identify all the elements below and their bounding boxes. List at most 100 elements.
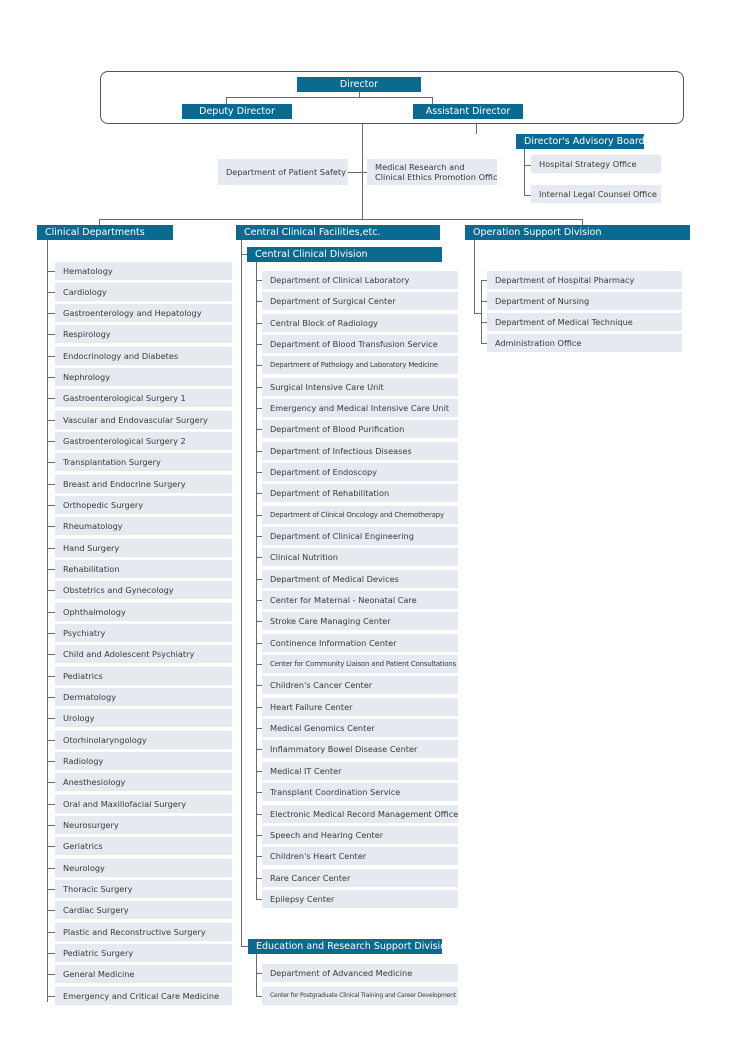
central-division-item[interactable]: Inflammatory Bowel Disease Center xyxy=(262,740,458,758)
deputy-director-box[interactable]: Deputy Director xyxy=(182,104,292,119)
central-division-item[interactable]: Department of Pathology and Laboratory M… xyxy=(262,356,458,374)
advisory-item[interactable]: Internal Legal Counsel Office xyxy=(531,185,661,203)
patient-safety-box[interactable]: Department of Patient Safety xyxy=(218,159,348,185)
education-division-header[interactable]: Education and Research Support Division xyxy=(248,939,452,954)
central-division-item[interactable]: Department of Blood Purification xyxy=(262,420,458,438)
clinical-department-item[interactable]: Nephrology xyxy=(55,368,232,386)
connector xyxy=(47,676,55,677)
connector xyxy=(524,165,531,166)
clinical-department-item[interactable]: Ophthalmology xyxy=(55,603,232,621)
central-division-item[interactable]: Central Block of Radiology xyxy=(262,314,458,332)
connector xyxy=(226,97,433,98)
clinical-department-item[interactable]: Child and Adolescent Psychiatry xyxy=(55,645,232,663)
operation-support-header[interactable]: Operation Support Division xyxy=(465,225,690,240)
clinical-department-item[interactable]: Dermatology xyxy=(55,688,232,706)
clinical-department-item[interactable]: Hematology xyxy=(55,262,232,280)
central-division-item[interactable]: Department of Infectious Diseases xyxy=(262,442,458,460)
clinical-department-item[interactable]: Neurosurgery xyxy=(55,816,232,834)
central-division-item[interactable]: Medical Genomics Center xyxy=(262,719,458,737)
clinical-department-item[interactable]: Neurology xyxy=(55,859,232,877)
central-division-item[interactable]: Center for Community Liaison and Patient… xyxy=(262,655,458,673)
central-division-item[interactable]: Continence Information Center xyxy=(262,634,458,652)
central-facilities-header[interactable]: Central Clinical Facilities,etc. xyxy=(236,225,440,240)
central-division-item[interactable]: Transplant Coordination Service xyxy=(262,783,458,801)
clinical-department-item[interactable]: Urology xyxy=(55,709,232,727)
central-division-item[interactable]: Epilepsy Center xyxy=(262,890,458,908)
connector xyxy=(47,420,55,421)
clinical-department-item[interactable]: Rheumatology xyxy=(55,517,232,535)
clinical-department-item[interactable]: Pediatric Surgery xyxy=(55,944,232,962)
central-division-item[interactable]: Department of Medical Devices xyxy=(262,570,458,588)
central-division-item[interactable]: Department of Surgical Center xyxy=(262,292,458,310)
connector xyxy=(47,761,55,762)
central-division-item[interactable]: Electronic Medical Record Management Off… xyxy=(262,805,458,823)
central-division-item[interactable]: Department of Blood Transfusion Service xyxy=(262,335,458,353)
clinical-department-item[interactable]: Radiology xyxy=(55,752,232,770)
clinical-department-item[interactable]: Respirology xyxy=(55,325,232,343)
clinical-department-item[interactable]: Breast and Endocrine Surgery xyxy=(55,475,232,493)
central-division-item[interactable]: Clinical Nutrition xyxy=(262,548,458,566)
connector xyxy=(47,271,55,272)
connector xyxy=(47,889,55,890)
clinical-department-item[interactable]: Cardiac Surgery xyxy=(55,901,232,919)
clinical-department-item[interactable]: Emergency and Critical Care Medicine xyxy=(55,987,232,1005)
clinical-department-item[interactable]: Gastroenterology and Hepatology xyxy=(55,304,232,322)
advisory-item[interactable]: Hospital Strategy Office xyxy=(531,155,661,173)
clinical-department-item[interactable]: Psychiatry xyxy=(55,624,232,642)
clinical-department-item[interactable]: Plastic and Reconstructive Surgery xyxy=(55,923,232,941)
connector xyxy=(47,590,55,591)
central-division-item[interactable]: Department of Clinical Laboratory xyxy=(262,271,458,289)
clinical-department-item[interactable]: Rehabilitation xyxy=(55,560,232,578)
operation-support-item[interactable]: Administration Office xyxy=(487,334,682,352)
operation-support-item[interactable]: Department of Hospital Pharmacy xyxy=(487,271,682,289)
education-item[interactable]: Department of Advanced Medicine xyxy=(262,964,458,982)
central-division-item[interactable]: Heart Failure Center xyxy=(262,698,458,716)
clinical-department-item[interactable]: Gastroenterological Surgery 1 xyxy=(55,389,232,407)
central-division-item[interactable]: Department of Endoscopy xyxy=(262,463,458,481)
clinical-department-item[interactable]: Cardiology xyxy=(55,283,232,301)
connector xyxy=(47,292,55,293)
central-division-item[interactable]: Medical IT Center xyxy=(262,762,458,780)
clinical-department-item[interactable]: Transplantation Surgery xyxy=(55,453,232,471)
clinical-department-item[interactable]: Thoracic Surgery xyxy=(55,880,232,898)
central-division-item[interactable]: Emergency and Medical Intensive Care Uni… xyxy=(262,399,458,417)
central-division-item[interactable]: Speech and Hearing Center xyxy=(262,826,458,844)
connector xyxy=(47,548,55,549)
clinical-department-item[interactable]: Otorhinolaryngology xyxy=(55,731,232,749)
research-ethics-box[interactable]: Medical Research and Clinical Ethics Pro… xyxy=(367,159,497,185)
clinical-department-item[interactable]: Vascular and Endovascular Surgery xyxy=(55,411,232,429)
operation-support-item[interactable]: Department of Medical Technique xyxy=(487,313,682,331)
connector xyxy=(47,718,55,719)
connector xyxy=(474,240,475,313)
central-division-item[interactable]: Children's Cancer Center xyxy=(262,676,458,694)
clinical-departments-header[interactable]: Clinical Departments xyxy=(37,225,173,240)
central-division-item[interactable]: Rare Cancer Center xyxy=(262,869,458,887)
clinical-department-item[interactable]: Geriatrics xyxy=(55,837,232,855)
operation-support-item[interactable]: Department of Nursing xyxy=(487,292,682,310)
clinical-department-item[interactable]: Endocrinology and Diabetes xyxy=(55,347,232,365)
central-division-item[interactable]: Center for Maternal - Neonatal Care xyxy=(262,591,458,609)
connector xyxy=(432,97,433,104)
clinical-department-item[interactable]: Anesthesiology xyxy=(55,773,232,791)
clinical-department-item[interactable]: Gastroenterological Surgery 2 xyxy=(55,432,232,450)
central-division-item[interactable]: Children's Heart Center xyxy=(262,847,458,865)
central-division-item[interactable]: Surgical Intensive Care Unit xyxy=(262,378,458,396)
central-division-item[interactable]: Stroke Care Managing Center xyxy=(262,612,458,630)
connector xyxy=(47,398,55,399)
advisory-board-header[interactable]: Director's Advisory Board xyxy=(516,134,645,149)
connector xyxy=(47,240,48,1002)
clinical-department-item[interactable]: Oral and Maxillofacial Surgery xyxy=(55,795,232,813)
central-clinical-division-header[interactable]: Central Clinical Division xyxy=(247,247,442,262)
clinical-department-item[interactable]: General Medicine xyxy=(55,965,232,983)
clinical-department-item[interactable]: Hand Surgery xyxy=(55,539,232,557)
central-division-item[interactable]: Department of Rehabilitation xyxy=(262,484,458,502)
connector xyxy=(47,313,55,314)
central-division-item[interactable]: Department of Clinical Engineering xyxy=(262,527,458,545)
clinical-department-item[interactable]: Obstetrics and Gynecology xyxy=(55,581,232,599)
central-division-item[interactable]: Department of Clinical Oncology and Chem… xyxy=(262,506,458,524)
director-box[interactable]: Director xyxy=(297,77,421,92)
clinical-department-item[interactable]: Orthopedic Surgery xyxy=(55,496,232,514)
assistant-director-box[interactable]: Assistant Director xyxy=(413,104,523,119)
education-item[interactable]: Center for Postgraduate Clinical Trainin… xyxy=(262,987,458,1005)
clinical-department-item[interactable]: Pediatrics xyxy=(55,667,232,685)
